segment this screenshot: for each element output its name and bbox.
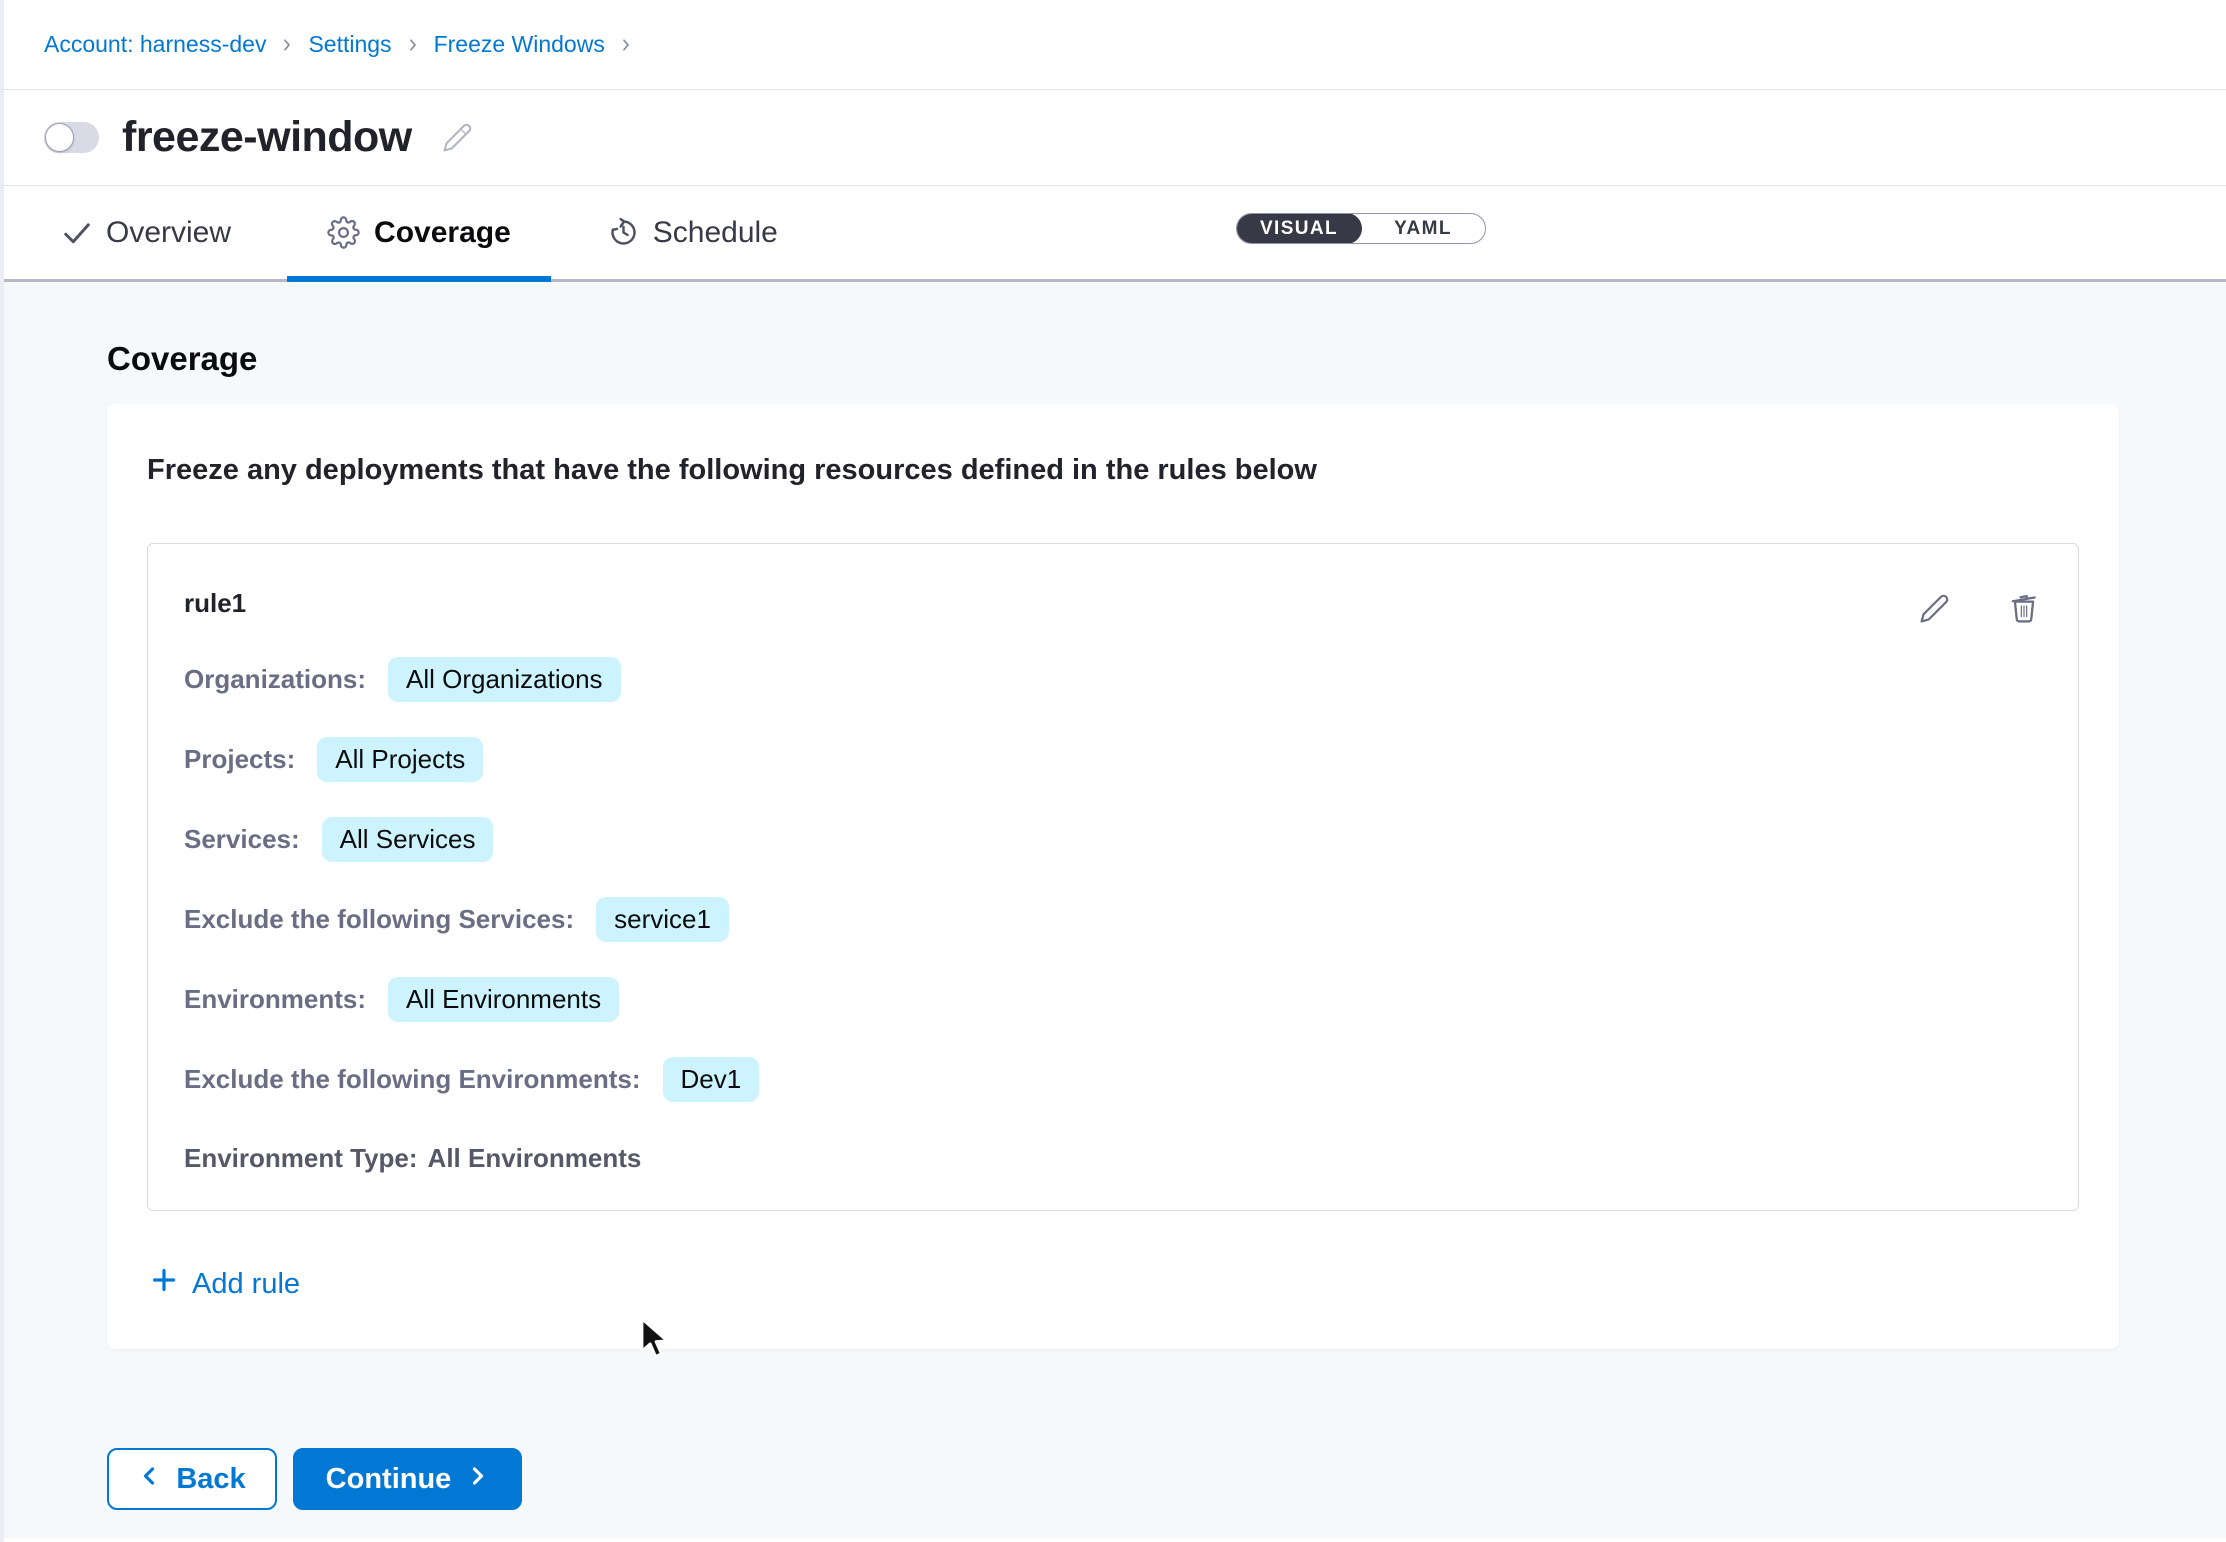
page-header: freeze-window VISUAL YAML xyxy=(0,90,2226,186)
continue-label: Continue xyxy=(326,1463,452,1496)
rule-row-label: Projects: xyxy=(184,744,295,775)
breadcrumb-account-link[interactable]: Account: harness-dev xyxy=(44,31,266,58)
tab-schedule[interactable]: Schedule xyxy=(608,186,778,279)
rule-row-label: Environment Type: xyxy=(184,1143,418,1174)
breadcrumb-freeze-windows-link[interactable]: Freeze Windows xyxy=(434,31,605,58)
plus-icon xyxy=(149,1265,179,1303)
rule-row-value-pill: All Projects xyxy=(317,737,483,782)
chevron-right-icon xyxy=(465,1463,489,1496)
wizard-footer: Back Continue xyxy=(107,1448,522,1510)
continue-button[interactable]: Continue xyxy=(293,1448,522,1510)
rule-row-environment-type: Environment Type: All Environments xyxy=(184,1142,2042,1174)
breadcrumb: Account: harness-dev Settings Freeze Win… xyxy=(0,0,2226,90)
tab-label: Coverage xyxy=(374,216,511,250)
coverage-card: Freeze any deployments that have the fol… xyxy=(107,404,2119,1349)
chevron-left-icon xyxy=(138,1463,162,1496)
add-rule-label: Add rule xyxy=(192,1268,300,1301)
rule-row-value: All Environments xyxy=(428,1143,642,1174)
rule-row-label: Exclude the following Environments: xyxy=(184,1064,641,1095)
rule-row-label: Exclude the following Services: xyxy=(184,904,574,935)
freeze-enabled-toggle[interactable] xyxy=(44,122,99,153)
chevron-right-icon xyxy=(618,37,634,53)
breadcrumb-settings-link[interactable]: Settings xyxy=(308,31,391,58)
rule-row: Organizations: All Organizations xyxy=(184,656,2042,702)
tab-bar: Overview Coverage Schedule xyxy=(0,186,2226,282)
tab-overview[interactable]: Overview xyxy=(62,186,231,279)
toggle-knob xyxy=(45,123,74,152)
back-label: Back xyxy=(176,1463,245,1496)
edit-rule-pencil-icon[interactable] xyxy=(1919,592,1950,624)
visual-mode-button[interactable]: VISUAL xyxy=(1236,213,1362,244)
rule-row: Exclude the following Services: service1 xyxy=(184,896,2042,942)
rule-row-label: Environments: xyxy=(184,984,366,1015)
check-icon xyxy=(62,218,92,248)
delete-rule-trash-icon[interactable] xyxy=(2008,592,2040,624)
back-button[interactable]: Back xyxy=(107,1448,277,1510)
rule-row-value-pill: All Organizations xyxy=(388,657,621,702)
rule-name: rule1 xyxy=(184,588,246,619)
gear-icon xyxy=(327,216,360,249)
section-title: Coverage xyxy=(0,282,2226,378)
rule-row-value-pill: All Environments xyxy=(388,977,619,1022)
rule-row-label: Organizations: xyxy=(184,664,366,695)
rule-row-label: Services: xyxy=(184,824,300,855)
chevron-right-icon xyxy=(405,37,421,53)
coverage-panel: Coverage Freeze any deployments that hav… xyxy=(0,282,2226,1538)
rule-row-value-pill: Dev1 xyxy=(663,1057,760,1102)
rule-row: Services: All Services xyxy=(184,816,2042,862)
rule-row-value-pill: service1 xyxy=(596,897,729,942)
yaml-mode-button[interactable]: YAML xyxy=(1361,214,1485,243)
edit-title-pencil-icon[interactable] xyxy=(442,122,473,153)
rule-card: rule1 Organizati xyxy=(147,543,2079,1211)
tab-label: Schedule xyxy=(653,216,778,250)
tab-coverage[interactable]: Coverage xyxy=(287,186,551,279)
chevron-right-icon xyxy=(279,37,295,53)
page-title: freeze-window xyxy=(122,113,412,162)
visual-yaml-toggle: VISUAL YAML xyxy=(1236,213,1486,244)
rule-row: Environments: All Environments xyxy=(184,976,2042,1022)
rule-row: Exclude the following Environments: Dev1 xyxy=(184,1056,2042,1102)
coverage-card-heading: Freeze any deployments that have the fol… xyxy=(147,454,2079,487)
collapsed-sidebar-edge xyxy=(0,0,4,1542)
rule-row: Projects: All Projects xyxy=(184,736,2042,782)
rule-row-value-pill: All Services xyxy=(322,817,494,862)
tab-label: Overview xyxy=(106,216,231,250)
add-rule-button[interactable]: Add rule xyxy=(149,1265,300,1303)
schedule-clock-icon xyxy=(608,217,639,248)
